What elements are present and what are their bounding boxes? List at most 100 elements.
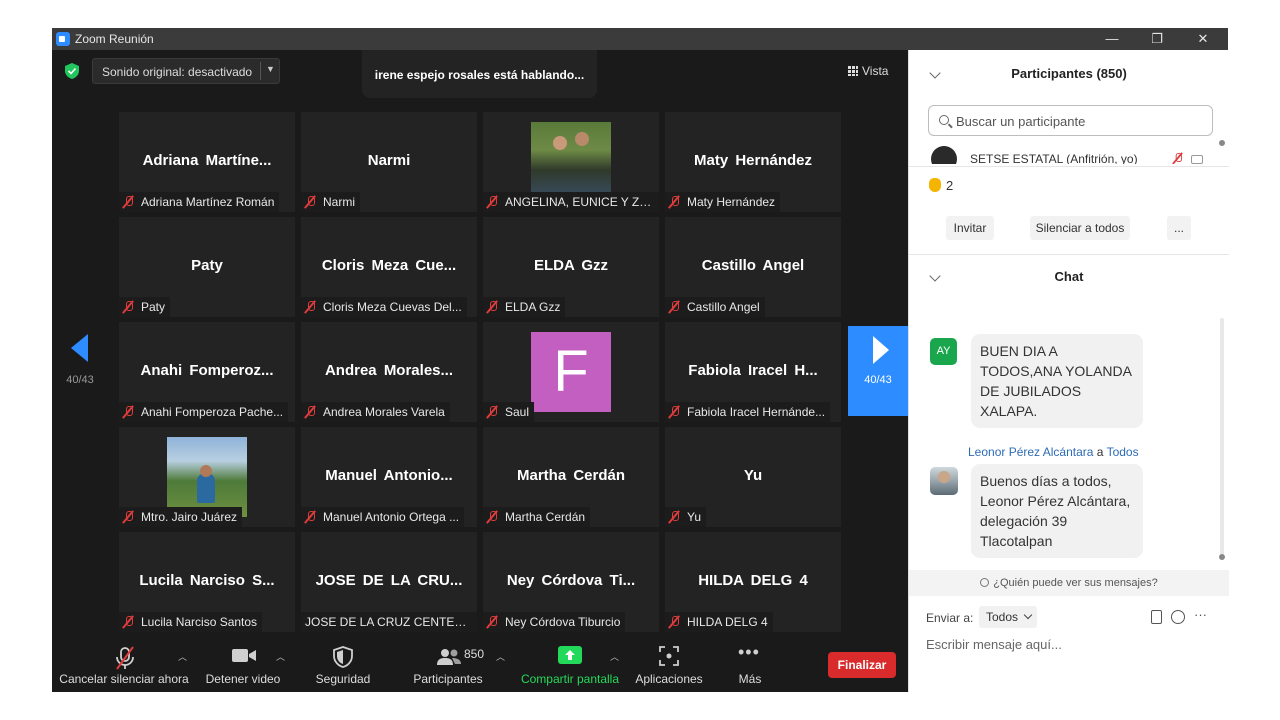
participant-tile[interactable]: ELDA Gzz ELDA Gzz: [483, 217, 659, 317]
participant-tile[interactable]: Yu Yu: [665, 427, 841, 527]
mic-muted-icon: [487, 301, 497, 313]
arrow-right-icon: [873, 336, 889, 364]
participant-tile[interactable]: Cloris Meza Cue... Cloris Meza Cuevas Del…: [301, 217, 477, 317]
video-off-icon[interactable]: [1191, 155, 1203, 164]
restore-button[interactable]: ❐: [1142, 30, 1172, 48]
participant-tile[interactable]: Martha Cerdán Martha Cerdán: [483, 427, 659, 527]
mic-muted-icon: [123, 406, 133, 418]
mic-muted-icon: [305, 406, 315, 418]
participant-name: Castillo Angel: [687, 300, 760, 314]
participant-name-label: Fabiola Iracel Hernánde...: [665, 402, 831, 422]
avatar-letter: F: [531, 332, 611, 412]
close-button[interactable]: ✕: [1188, 30, 1218, 48]
chat-message: Buenos días a todos, Leonor Pérez Alcánt…: [971, 464, 1143, 558]
view-button[interactable]: Vista: [848, 64, 888, 78]
participant-name-label: Yu: [665, 507, 707, 527]
participants-button[interactable]: 850 Participantes: [404, 638, 492, 692]
participant-display-name: HILDA DELG 4: [698, 572, 808, 589]
prev-page-button[interactable]: 40/43: [52, 326, 108, 416]
participant-tile[interactable]: Castillo Angel Castillo Angel: [665, 217, 841, 317]
share-screen-button[interactable]: Compartir pantalla: [518, 638, 622, 692]
participant-display-name: JOSE DE LA CRU...: [315, 572, 463, 589]
arrow-left-icon: [71, 334, 88, 362]
participant-tile[interactable]: Adriana Martíne... Adriana Martínez Román: [119, 112, 295, 212]
title-bar: Zoom Reunión — ❐ ✕: [52, 28, 1228, 50]
share-options-caret-icon[interactable]: ︿: [610, 650, 619, 663]
more-label: Más: [738, 672, 762, 686]
participant-tile[interactable]: ANGELINA, EUNICE Y ZA...: [483, 112, 659, 212]
scroll-thumb[interactable]: [1219, 554, 1225, 560]
participant-tile[interactable]: Paty Paty: [119, 217, 295, 317]
apps-button[interactable]: Aplicaciones: [632, 638, 706, 692]
message-visibility-info[interactable]: ¿Quién puede ver sus mensajes?: [909, 570, 1229, 596]
participant-name: Adriana Martínez Román: [141, 195, 275, 209]
minimize-button[interactable]: —: [1097, 30, 1127, 48]
video-options-caret-icon[interactable]: ︿: [276, 650, 285, 663]
participant-name-label: Maty Hernández: [665, 192, 781, 212]
view-label: Vista: [862, 64, 889, 78]
mic-muted-icon: [123, 616, 133, 628]
invite-button[interactable]: Invitar: [946, 216, 994, 240]
file-icon[interactable]: [1151, 610, 1162, 624]
person-icon: [980, 578, 990, 587]
raised-hands-count: 2: [946, 178, 954, 193]
mute-all-button[interactable]: Silenciar a todos: [1030, 216, 1130, 240]
participant-tile[interactable]: JOSE DE LA CRU... JOSE DE LA CRUZ CENTENO: [301, 532, 477, 632]
participant-tile[interactable]: HILDA DELG 4 HILDA DELG 4: [665, 532, 841, 632]
participant-name-label: Castillo Angel: [665, 297, 765, 317]
end-meeting-button[interactable]: Finalizar: [828, 652, 896, 678]
participant-tile[interactable]: Mtro. Jairo Juárez: [119, 427, 295, 527]
chat-scrollbar[interactable]: [1219, 318, 1225, 560]
recipient-name[interactable]: Todos: [1107, 445, 1139, 459]
page-indicator-right: 40/43: [864, 374, 892, 386]
send-to-value: Todos: [986, 610, 1019, 624]
participants-count: 850: [464, 647, 485, 661]
sender-name[interactable]: Leonor Pérez Alcántara: [968, 445, 1093, 459]
unmute-label: Cancelar silenciar ahora: [59, 672, 189, 686]
stop-video-button[interactable]: Detener video: [200, 638, 286, 692]
who-can-see-label: ¿Quién puede ver sus mensajes?: [993, 577, 1158, 589]
unmute-button[interactable]: Cancelar silenciar ahora: [58, 638, 190, 692]
couple-photo: [531, 122, 611, 202]
participant-tile[interactable]: Narmi Narmi: [301, 112, 477, 212]
participant-tile[interactable]: Manuel Antonio... Manuel Antonio Ortega .…: [301, 427, 477, 527]
participant-search-input[interactable]: [956, 112, 1206, 130]
next-page-button[interactable]: 40/43: [848, 326, 908, 416]
security-button[interactable]: Seguridad: [308, 638, 378, 692]
participant-search[interactable]: [928, 105, 1213, 136]
audio-options-caret-icon[interactable]: ︿: [178, 650, 187, 663]
mic-muted-icon: [669, 196, 679, 208]
mic-muted-icon: [487, 616, 497, 628]
participant-name-label: Andrea Morales Varela: [301, 402, 450, 422]
original-sound-button[interactable]: Sonido original: desactivado ▼: [92, 58, 280, 84]
chat-message-input[interactable]: [926, 634, 1216, 654]
mic-muted-icon: [669, 301, 679, 313]
participants-more-button[interactable]: ...: [1167, 216, 1191, 240]
participant-tile[interactable]: Maty Hernández Maty Hernández: [665, 112, 841, 212]
participant-row-host[interactable]: SETSE ESTATAL (Anfitrión, yo): [929, 144, 1219, 164]
participant-tile[interactable]: Ney Córdova Ti... Ney Córdova Tiburcio: [483, 532, 659, 632]
shield-icon[interactable]: [65, 63, 79, 79]
more-button[interactable]: ••• Más: [728, 638, 772, 692]
participant-name: JOSE DE LA CRUZ CENTENO: [305, 615, 473, 629]
participants-scrollbar[interactable]: [1219, 140, 1225, 162]
grid-view-icon: [848, 66, 858, 76]
mic-muted-icon: [669, 511, 679, 523]
participant-tile[interactable]: F Saul: [483, 322, 659, 422]
participant-tile[interactable]: Fabiola Iracel H... Fabiola Iracel Hernán…: [665, 322, 841, 422]
participant-tile[interactable]: Anahi Fomperoz... Anahi Fomperoza Pache..…: [119, 322, 295, 422]
mic-muted-icon: [487, 406, 497, 418]
participant-display-name: Andrea Morales...: [324, 362, 454, 379]
message-connector: a: [1096, 445, 1104, 459]
participant-tile[interactable]: Andrea Morales... Andrea Morales Varela: [301, 322, 477, 422]
more-options-icon[interactable]: ···: [1194, 607, 1207, 622]
participants-label: Participantes: [413, 672, 483, 686]
scroll-thumb[interactable]: [1219, 140, 1225, 146]
participant-name: Paty: [141, 300, 166, 314]
participants-options-caret-icon[interactable]: ︿: [496, 650, 505, 663]
raised-hand-icon: [929, 178, 941, 192]
caret-down-icon[interactable]: ▼: [266, 64, 275, 74]
send-to-dropdown[interactable]: Todos: [979, 606, 1037, 628]
participant-tile[interactable]: Lucila Narciso S... Lucila Narciso Santos: [119, 532, 295, 632]
emoji-icon[interactable]: [1171, 610, 1185, 624]
